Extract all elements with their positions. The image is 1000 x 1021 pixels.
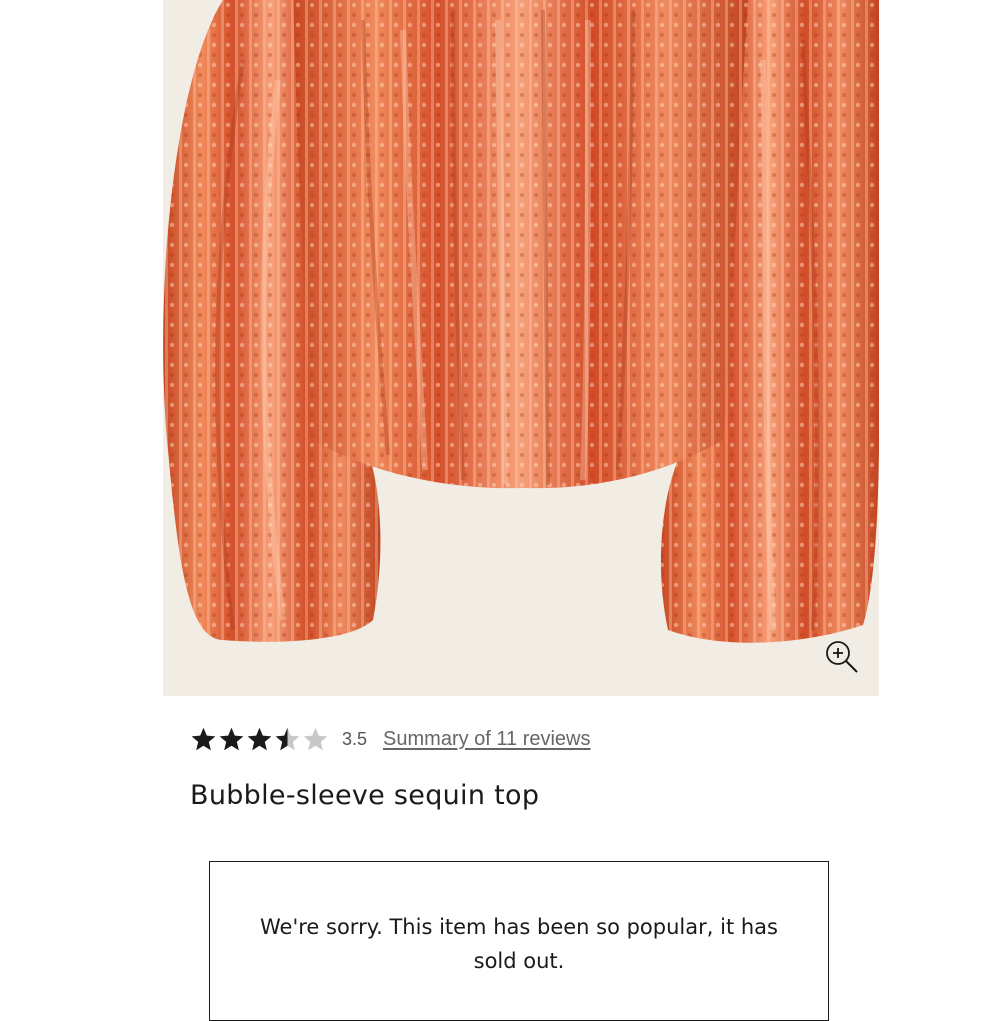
star-icon — [275, 727, 300, 750]
star-rating — [190, 726, 330, 753]
reviews-summary-link[interactable]: Summary of 11 reviews — [383, 728, 590, 751]
zoom-button[interactable] — [823, 638, 861, 676]
sold-out-message: We're sorry. This item has been so popul… — [260, 915, 778, 973]
product-photo — [163, 0, 879, 696]
sold-out-notice: We're sorry. This item has been so popul… — [209, 861, 829, 1021]
star-icon — [303, 727, 328, 750]
product-title: Bubble-sleeve sequin top — [190, 780, 540, 811]
star-icon — [219, 727, 244, 750]
zoom-in-icon — [826, 641, 858, 673]
star-icon — [247, 727, 272, 750]
product-image[interactable] — [163, 0, 879, 696]
rating-row: 3.5 Summary of 11 reviews — [190, 722, 591, 756]
star-icon — [191, 727, 216, 750]
rating-value: 3.5 — [342, 728, 368, 749]
